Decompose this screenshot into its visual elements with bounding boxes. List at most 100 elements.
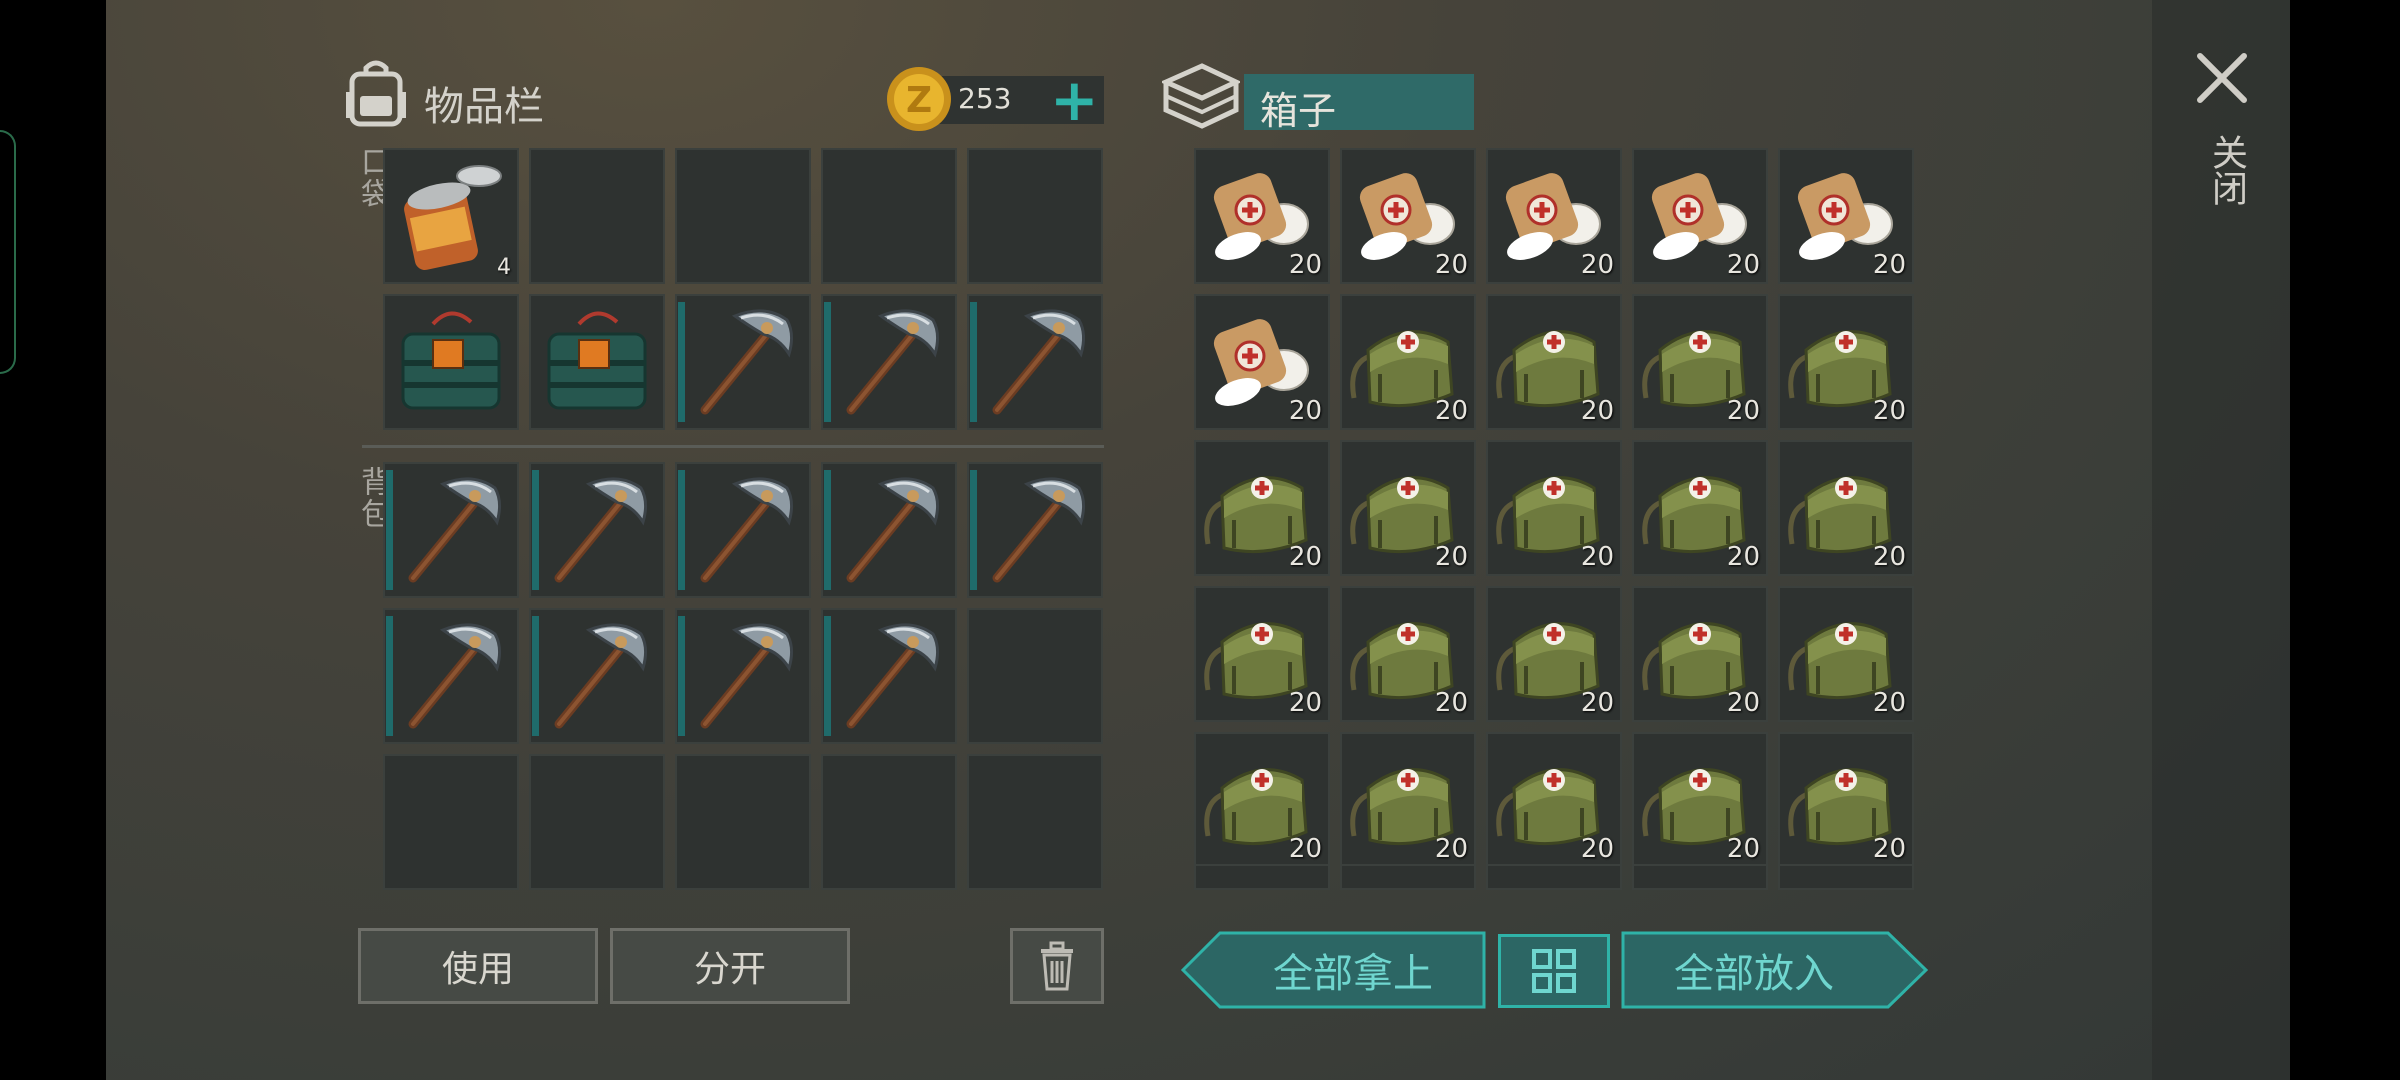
pickaxe-icon (846, 623, 940, 729)
pocket-slot[interactable] (821, 294, 957, 430)
durability-bar (824, 470, 831, 590)
pocket-slot[interactable] (529, 148, 665, 284)
item-quantity: 20 (1872, 396, 1906, 426)
backpack-slot[interactable] (821, 462, 957, 598)
item-quantity: 20 (1434, 250, 1468, 280)
trash-icon (1041, 941, 1073, 991)
pickaxe-icon (846, 309, 940, 415)
item-quantity: 20 (1434, 396, 1468, 426)
box-slot[interactable]: 20 (1632, 148, 1768, 284)
box-slot[interactable]: 20 (1486, 586, 1622, 722)
box-slot[interactable]: 20 (1632, 440, 1768, 576)
backpack-slot[interactable] (529, 462, 665, 598)
item-quantity: 20 (1580, 688, 1614, 718)
backpack-slot[interactable] (383, 754, 519, 890)
box-slot[interactable]: 20 (1632, 586, 1768, 722)
item-quantity: 20 (1434, 542, 1468, 572)
pocket-slot[interactable] (529, 294, 665, 430)
box-slot[interactable]: 20 (1340, 586, 1476, 722)
close-icon[interactable] (2196, 52, 2248, 104)
durability-bar (678, 470, 685, 590)
backpack-slot[interactable] (967, 462, 1103, 598)
box-slot[interactable]: 20 (1194, 294, 1330, 430)
grid-sort-icon (1532, 949, 1576, 993)
box-slot[interactable]: 20 (1194, 148, 1330, 284)
box-slot-partial[interactable] (1778, 864, 1914, 890)
backpack-slot[interactable] (967, 754, 1103, 890)
box-slot[interactable]: 20 (1632, 294, 1768, 430)
put-all-button[interactable]: 全部放入 (1622, 930, 1886, 1010)
box-slot-partial[interactable] (1340, 864, 1476, 890)
backpack-slot[interactable] (675, 754, 811, 890)
backpack-slot[interactable] (967, 608, 1103, 744)
section-divider (362, 445, 1104, 448)
close-label[interactable]: 关闭 (2200, 134, 2252, 206)
take-all-button[interactable]: 全部拿上 (1220, 930, 1486, 1010)
item-quantity: 20 (1726, 396, 1760, 426)
box-slot[interactable]: 20 (1194, 586, 1330, 722)
box-slot[interactable]: 20 (1778, 586, 1914, 722)
pocket-slot[interactable] (675, 294, 811, 430)
box-slot[interactable]: 20 (1340, 732, 1476, 868)
item-quantity: 20 (1580, 396, 1614, 426)
box-slot[interactable]: 20 (1778, 148, 1914, 284)
add-coins-button[interactable]: + (1050, 68, 1099, 132)
box-icon (1162, 63, 1240, 129)
durability-bar (824, 616, 831, 736)
box-title: 箱子 (1260, 89, 1337, 133)
backpack-slot[interactable] (529, 754, 665, 890)
pickaxe-icon (992, 309, 1086, 415)
box-slot[interactable]: 20 (1194, 732, 1330, 868)
box-slot[interactable]: 20 (1778, 732, 1914, 868)
trash-button[interactable] (1010, 928, 1104, 1004)
pocket-slot[interactable] (821, 148, 957, 284)
box-slot-partial[interactable] (1194, 864, 1330, 890)
backpack-slot[interactable] (821, 754, 957, 890)
sort-button[interactable] (1498, 934, 1610, 1008)
box-slot[interactable]: 20 (1486, 148, 1622, 284)
box-slot-partial[interactable] (1486, 864, 1622, 890)
box-slot[interactable]: 20 (1632, 732, 1768, 868)
item-quantity: 20 (1726, 834, 1760, 864)
item-quantity: 20 (1872, 834, 1906, 864)
box-slot-partial[interactable] (1632, 864, 1768, 890)
box-slot[interactable]: 20 (1486, 294, 1622, 430)
box-slot[interactable]: 20 (1340, 294, 1476, 430)
box-slot[interactable]: 20 (1340, 440, 1476, 576)
backpack-slot[interactable] (383, 462, 519, 598)
pickaxe-icon (408, 623, 502, 729)
durability-bar (678, 302, 685, 422)
backpack-slot[interactable] (675, 462, 811, 598)
item-quantity: 20 (1434, 688, 1468, 718)
backpack-slot[interactable] (529, 608, 665, 744)
backpack-icon (346, 60, 406, 127)
box-slot[interactable]: 20 (1778, 440, 1914, 576)
box-name-field[interactable]: 箱子 (1244, 74, 1474, 133)
use-button[interactable]: 使用 (358, 928, 598, 1004)
coin-icon: Z (887, 67, 951, 131)
backpack-slot[interactable] (821, 608, 957, 744)
item-quantity: 20 (1872, 688, 1906, 718)
durability-bar (678, 616, 685, 736)
backpack-slot[interactable] (383, 608, 519, 744)
durability-bar (970, 302, 977, 422)
pocket-slot[interactable] (383, 294, 519, 430)
box-slot[interactable]: 20 (1340, 148, 1476, 284)
pocket-slot[interactable]: 4 (383, 148, 519, 284)
backpack-slot[interactable] (675, 608, 811, 744)
item-quantity: 20 (1726, 542, 1760, 572)
box-slot[interactable]: 20 (1486, 440, 1622, 576)
pocket-slot[interactable] (967, 294, 1103, 430)
inventory-title: 物品栏 (424, 84, 544, 130)
durability-bar (824, 302, 831, 422)
dynamite-pack-icon (401, 311, 501, 410)
item-quantity: 20 (1872, 250, 1906, 280)
pocket-slot[interactable] (967, 148, 1103, 284)
dynamite-pack-icon (547, 311, 647, 410)
pickaxe-icon (700, 623, 794, 729)
box-slot[interactable]: 20 (1778, 294, 1914, 430)
split-button[interactable]: 分开 (610, 928, 850, 1004)
pocket-slot[interactable] (675, 148, 811, 284)
box-slot[interactable]: 20 (1194, 440, 1330, 576)
box-slot[interactable]: 20 (1486, 732, 1622, 868)
